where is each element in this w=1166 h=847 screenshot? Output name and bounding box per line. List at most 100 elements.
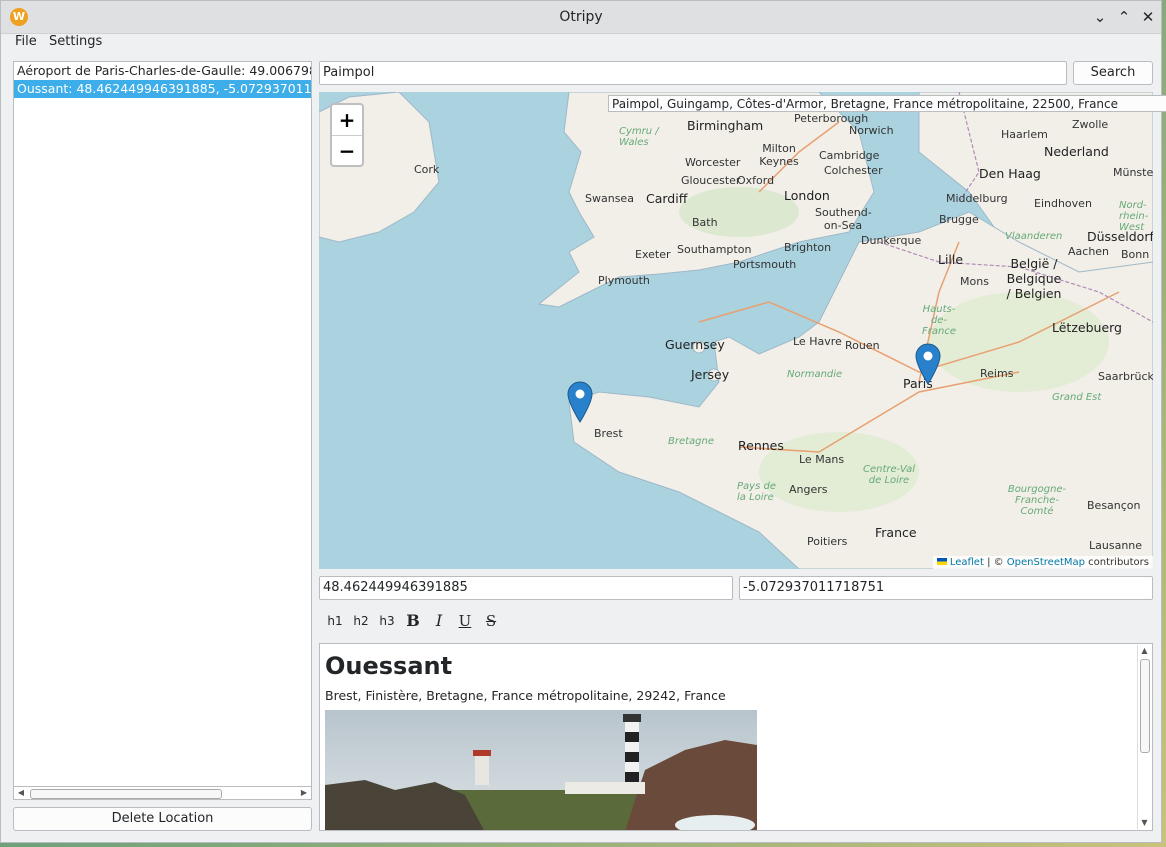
map-label: Mons <box>960 275 989 288</box>
map-label: Brugge <box>939 213 979 226</box>
map-label: Dunkerque <box>861 234 922 247</box>
ukraine-flag-icon <box>936 558 947 565</box>
search-input[interactable]: Paimpol <box>319 61 1067 85</box>
map-label: Lille <box>938 252 964 267</box>
menu-bar: File Settings <box>1 33 1161 53</box>
map-label: Pays de la Loire <box>737 481 776 503</box>
map-marker-icon[interactable] <box>567 381 593 423</box>
map-label: Plymouth <box>598 274 650 287</box>
map-label: Besançon <box>1087 499 1141 512</box>
map-label: Norwich <box>849 124 894 137</box>
attribution-suffix: contributors <box>1085 557 1149 568</box>
leaflet-link[interactable]: Leaflet <box>950 557 984 568</box>
map-label: België / Belgique / Belgien <box>1006 256 1062 301</box>
location-list: Aéroport de Paris-Charles-de-Gaulle: 49.… <box>13 61 312 799</box>
rich-text-editor[interactable]: Ouessant Brest, Finistère, Bretagne, Fra… <box>319 643 1153 831</box>
scroll-up-icon[interactable]: ▲ <box>1138 645 1151 657</box>
delete-location-button[interactable]: Delete Location <box>13 807 312 831</box>
map-label: Middelburg <box>946 192 1008 205</box>
map-label: Bonn <box>1121 248 1150 261</box>
map-label: Eindhoven <box>1034 197 1092 210</box>
map-label: Oxford <box>737 174 775 187</box>
map-label: Cymru / Wales <box>619 126 659 148</box>
map-label: Bourgogne-Franche-Comté <box>1007 484 1067 517</box>
map-label: France <box>875 525 917 540</box>
search-button[interactable]: Search <box>1073 61 1153 85</box>
bold-button[interactable]: B <box>401 612 425 630</box>
map-label: Cork <box>414 163 440 176</box>
map-label: Brest <box>594 427 623 440</box>
map-label: Düsseldorf <box>1087 229 1153 244</box>
map-label: Guernsey <box>665 337 725 352</box>
minimize-icon[interactable]: ⌄ <box>1090 7 1110 27</box>
vertical-scrollbar[interactable]: ▲ ▼ <box>1137 645 1151 829</box>
zoom-out-button[interactable]: − <box>332 136 362 166</box>
map-label: Lausanne <box>1089 539 1143 552</box>
map-label: Southampton <box>677 243 752 256</box>
map-label: Saarbrücken <box>1098 370 1153 383</box>
menu-file[interactable]: File <box>15 34 37 49</box>
list-item[interactable]: Aéroport de Paris-Charles-de-Gaulle: 49.… <box>14 62 311 80</box>
map-label: Le Mans <box>799 453 845 466</box>
title-bar: W Otripy ⌄ ⌃ ✕ <box>1 1 1161 34</box>
window-title: Otripy <box>559 9 603 25</box>
h1-button[interactable]: h1 <box>323 612 347 630</box>
close-icon[interactable]: ✕ <box>1138 7 1158 27</box>
zoom-control: + − <box>330 103 364 167</box>
map-label: Den Haag <box>979 166 1041 181</box>
strikethrough-button[interactable]: S <box>479 612 503 630</box>
map-label: Le Havre <box>793 335 842 348</box>
scroll-down-icon[interactable]: ▼ <box>1138 817 1151 829</box>
map-label: Bath <box>692 216 718 229</box>
latitude-field[interactable]: 48.462449946391885 <box>319 576 733 600</box>
map-label: Bretagne <box>668 436 715 447</box>
search-suggestion[interactable]: Paimpol, Guingamp, Côtes-d'Armor, Bretag… <box>608 95 1166 112</box>
map-label: Exeter <box>635 248 671 261</box>
map-label: Jersey <box>691 367 730 382</box>
map-label: Gloucester <box>681 174 741 187</box>
map-label: Angers <box>789 483 828 496</box>
underline-button[interactable]: U <box>453 612 477 630</box>
map-label: Brighton <box>784 241 832 254</box>
h3-button[interactable]: h3 <box>375 612 399 630</box>
zoom-in-button[interactable]: + <box>332 105 362 136</box>
map-label: Hauts-de-France <box>922 304 956 337</box>
map-label: Colchester <box>824 164 883 177</box>
map-view[interactable]: + − Birmingham Peterborough Norwich Haar… <box>319 92 1153 569</box>
map-label: Nederland <box>1044 144 1109 159</box>
map-label: Rennes <box>738 438 784 453</box>
scroll-right-icon[interactable]: ▶ <box>297 787 311 799</box>
map-label: Worcester <box>685 156 741 169</box>
map-label: Grand Est <box>1052 392 1102 403</box>
map-label: Lëtzebuerg <box>1052 320 1122 335</box>
scroll-thumb[interactable] <box>30 789 222 799</box>
map-label: Aachen <box>1068 245 1110 258</box>
map-label: Centre-Val de Loire <box>863 464 915 486</box>
map-label: Birmingham <box>687 118 764 133</box>
attribution-sep: | © <box>983 557 1007 568</box>
map-label: Swansea <box>585 192 634 205</box>
map-label: Portsmouth <box>733 258 797 271</box>
location-photo <box>325 710 757 830</box>
map-label: London <box>784 188 830 203</box>
maximize-icon[interactable]: ⌃ <box>1114 7 1134 27</box>
osm-link[interactable]: OpenStreetMap <box>1007 557 1085 568</box>
menu-settings[interactable]: Settings <box>49 34 102 49</box>
note-address: Brest, Finistère, Bretagne, France métro… <box>325 688 726 703</box>
italic-button[interactable]: I <box>427 612 451 630</box>
map-label: Reims <box>980 367 1014 380</box>
longitude-field[interactable]: -5.072937011718751 <box>739 576 1153 600</box>
map-label: Milton Keynes <box>759 142 799 168</box>
map-label: Southend-on-Sea <box>815 206 872 232</box>
map-label: Rouen <box>845 339 880 352</box>
h2-button[interactable]: h2 <box>349 612 373 630</box>
horizontal-scrollbar[interactable]: ◀ ▶ <box>13 786 312 800</box>
scroll-left-icon[interactable]: ◀ <box>14 787 28 799</box>
map-label: Haarlem <box>1001 128 1048 141</box>
list-item[interactable]: Oussant: 48.462449946391885, -5.07293701… <box>14 80 311 98</box>
map-marker-icon[interactable] <box>915 343 941 385</box>
map-label: Normandie <box>787 369 843 380</box>
map-label: Cardiff <box>646 191 688 206</box>
map-attribution: Leaflet | © OpenStreetMap contributors <box>932 556 1153 569</box>
scroll-thumb[interactable] <box>1140 659 1150 753</box>
